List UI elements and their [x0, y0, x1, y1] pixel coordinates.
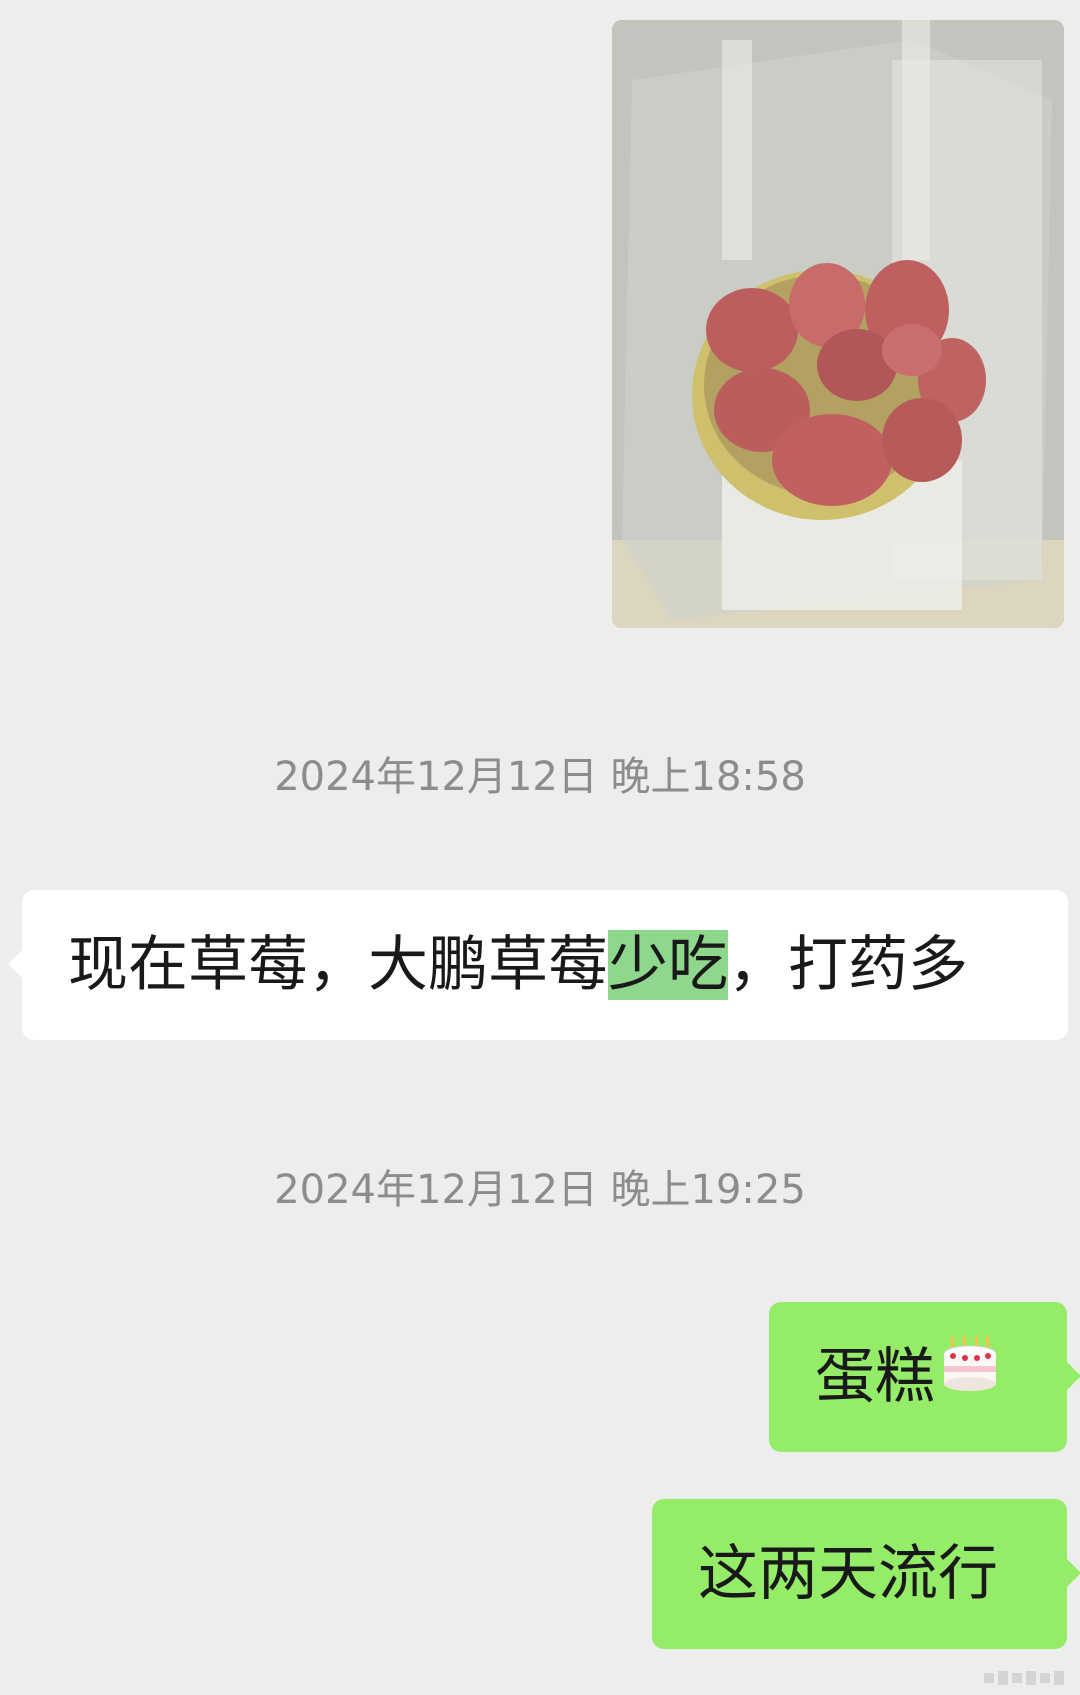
bubble-tail [1065, 1360, 1080, 1392]
watermark-icon [984, 1671, 1064, 1685]
highlighted-text[interactable]: 少吃 [608, 930, 728, 1000]
bubble-tail [1065, 1557, 1080, 1589]
bubble-tail [8, 948, 24, 980]
outgoing-message-cake[interactable]: 蛋糕 [769, 1299, 1080, 1452]
message-text: ，打药多 [728, 930, 968, 1000]
strawberry-photo [612, 20, 1064, 628]
cake-icon [939, 1299, 1001, 1449]
timestamp: 2024年12月12日 晚上18:58 [274, 754, 806, 800]
outgoing-message-trend[interactable]: 这两天流行 [652, 1499, 1080, 1649]
timestamp: 2024年12月12日 晚上19:25 [274, 1167, 806, 1213]
incoming-message[interactable]: 现在草莓，大鹏草莓少吃，打药多 [8, 890, 1068, 1040]
image-message-strawberries[interactable] [612, 20, 1064, 628]
message-text: 这两天流行 [698, 1539, 998, 1609]
message-text: 现在草莓，大鹏草莓 [68, 930, 608, 1000]
message-text: 蛋糕 [815, 1342, 935, 1412]
